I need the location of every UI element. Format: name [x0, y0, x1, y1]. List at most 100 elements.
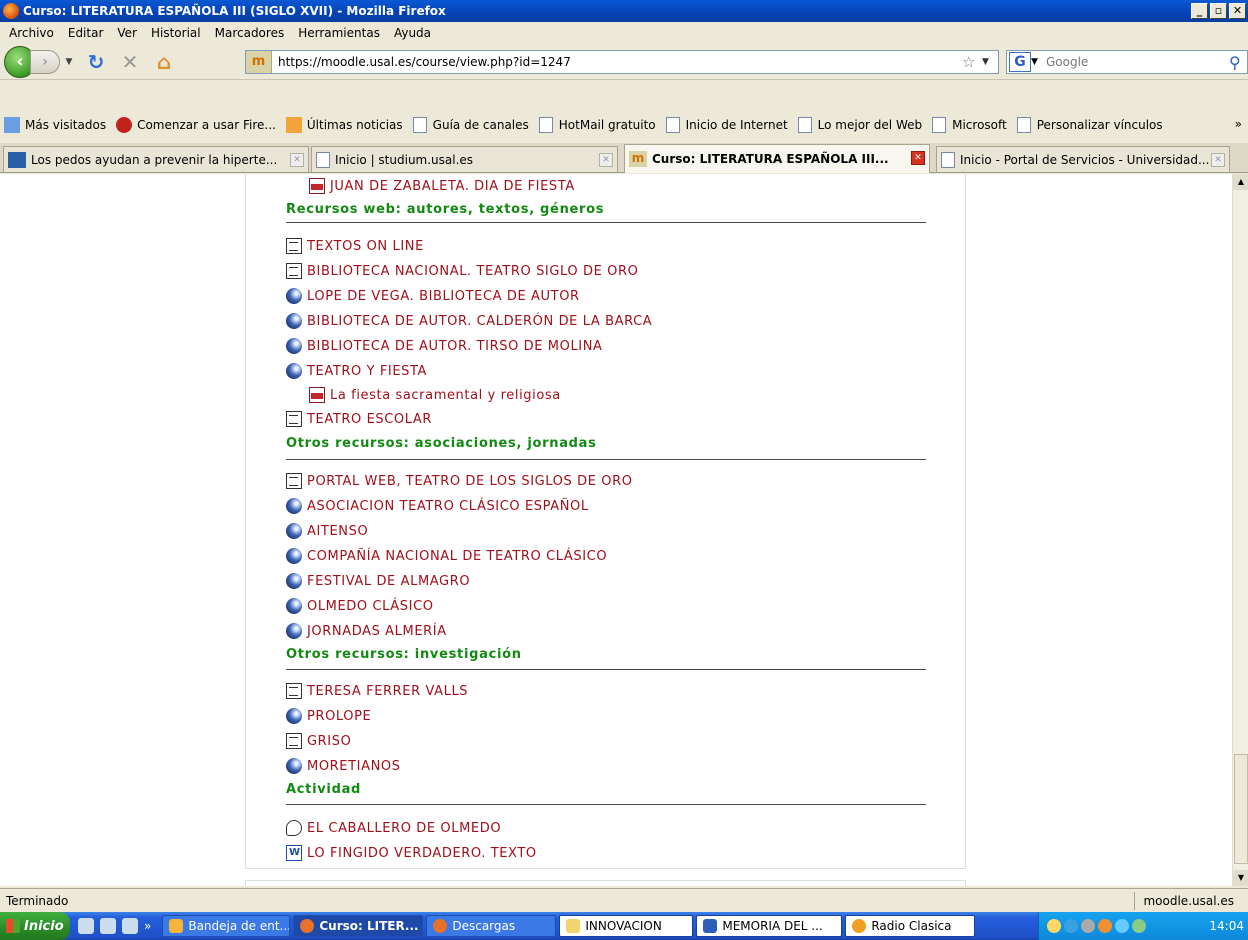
- search-icon[interactable]: ⚲: [1229, 53, 1247, 72]
- bookmark-lo-mejor[interactable]: Lo mejor del Web: [797, 117, 923, 133]
- bookmark-hotmail[interactable]: HotMail gratuito: [538, 117, 656, 133]
- maximize-button[interactable]: ▫: [1210, 3, 1227, 19]
- bookmark-inicio-internet[interactable]: Inicio de Internet: [665, 117, 788, 133]
- bookmark-mas-visitados[interactable]: Más visitados: [4, 117, 106, 133]
- tab-pedos[interactable]: Los pedos ayudan a prevenir la hiperte..…: [3, 146, 309, 172]
- taskbar-clock: 14:04: [1209, 919, 1244, 933]
- resource-item[interactable]: AITENSO: [286, 521, 368, 541]
- tray-security-icon[interactable]: [1132, 919, 1146, 933]
- resource-item[interactable]: GRISO: [286, 731, 351, 751]
- task-bandeja[interactable]: Bandeja de ent...: [162, 915, 291, 937]
- activity-item[interactable]: LO FINGIDO VERDADERO. TEXTO: [286, 843, 537, 863]
- stop-icon[interactable]: ✕: [116, 48, 144, 76]
- scroll-down-icon[interactable]: ▼: [1233, 870, 1248, 886]
- resource-item[interactable]: LOPE DE VEGA. BIBLIOTECA DE AUTOR: [286, 286, 580, 306]
- tab-label: Inicio - Portal de Servicios - Universid…: [960, 152, 1210, 167]
- bookmark-star-icon[interactable]: ☆: [962, 53, 982, 71]
- tray-sound-icon[interactable]: [1081, 919, 1095, 933]
- task-curso[interactable]: Curso: LITER...: [293, 915, 424, 937]
- tray-alert-icon[interactable]: [1098, 919, 1112, 933]
- menu-editar[interactable]: Editar: [61, 26, 111, 40]
- resource-item[interactable]: FESTIVAL DE ALMAGRO: [286, 571, 470, 591]
- tab-portal-servicios[interactable]: Inicio - Portal de Servicios - Universid…: [936, 146, 1230, 172]
- resource-item[interactable]: BIBLIOTECA DE AUTOR. CALDERÓN DE LA BARC…: [286, 311, 652, 331]
- ie-icon[interactable]: [78, 918, 94, 934]
- resource-label: JORNADAS ALMERÍA: [307, 623, 447, 639]
- resource-item[interactable]: MORETIANOS: [286, 756, 401, 776]
- url-bar[interactable]: m https://moodle.usal.es/course/view.php…: [245, 50, 999, 74]
- vertical-scrollbar[interactable]: ▲ ▼: [1232, 174, 1248, 886]
- activity-item[interactable]: EL CABALLERO DE OLMEDO: [286, 818, 501, 838]
- home-icon[interactable]: ⌂: [150, 48, 178, 76]
- resource-item[interactable]: BIBLIOTECA DE AUTOR. TIRSO DE MOLINA: [286, 336, 603, 356]
- resource-juan-de-zabaleta[interactable]: JUAN DE ZABALETA. DIA DE FIESTA: [309, 176, 575, 196]
- close-tab-icon[interactable]: ✕: [290, 153, 304, 167]
- resource-item[interactable]: OLMEDO CLÁSICO: [286, 596, 434, 616]
- tray-app-icon[interactable]: [1047, 919, 1061, 933]
- menu-archivo[interactable]: Archivo: [2, 26, 61, 40]
- document-icon: [286, 263, 302, 279]
- resource-label: OLMEDO CLÁSICO: [307, 598, 434, 614]
- bookmark-guia-canales[interactable]: Guía de canales: [412, 117, 529, 133]
- search-engine-dropdown-icon[interactable]: ▼: [1031, 57, 1043, 67]
- page-icon: [941, 151, 955, 168]
- resource-item[interactable]: JORNADAS ALMERÍA: [286, 621, 447, 641]
- resource-item[interactable]: PORTAL WEB, TEATRO DE LOS SIGLOS DE ORO: [286, 471, 633, 491]
- close-tab-icon[interactable]: ✕: [599, 153, 613, 167]
- resource-item[interactable]: COMPAÑÍA NACIONAL DE TEATRO CLÁSICO: [286, 546, 607, 566]
- quick-launch-overflow-icon[interactable]: »: [144, 919, 151, 933]
- resource-label: ASOCIACION TEATRO CLÁSICO ESPAÑOL: [307, 498, 589, 514]
- tray-network-icon[interactable]: [1064, 919, 1078, 933]
- resource-label: COMPAÑÍA NACIONAL DE TEATRO CLÁSICO: [307, 548, 608, 564]
- firefox-bookmark-icon: [116, 117, 133, 133]
- bookmark-ultimas-noticias[interactable]: Últimas noticias: [285, 117, 403, 133]
- resource-item[interactable]: TEATRO Y FIESTA: [286, 361, 427, 381]
- task-descargas[interactable]: Descargas: [426, 915, 557, 937]
- search-input[interactable]: Google: [1043, 55, 1229, 69]
- url-dropdown-icon[interactable]: ▼: [982, 57, 998, 67]
- menu-marcadores[interactable]: Marcadores: [208, 26, 292, 40]
- resource-item[interactable]: ASOCIACION TEATRO CLÁSICO ESPAÑOL: [286, 496, 589, 516]
- bookmark-personalizar[interactable]: Personalizar vínculos: [1016, 117, 1163, 133]
- document-icon: [286, 411, 302, 427]
- resource-item[interactable]: La fiesta sacramental y religiosa: [309, 385, 561, 405]
- close-window-button[interactable]: ✕: [1229, 3, 1246, 19]
- menu-historial[interactable]: Historial: [144, 26, 208, 40]
- task-memoria[interactable]: MEMORIA DEL ...: [696, 915, 843, 937]
- bookmark-comenzar[interactable]: Comenzar a usar Fire...: [116, 117, 276, 133]
- forward-button[interactable]: ›: [30, 49, 60, 74]
- scroll-thumb[interactable]: [1234, 754, 1248, 864]
- folder-icon: [566, 919, 581, 933]
- resource-item[interactable]: TEXTOS ON LINE: [286, 236, 424, 256]
- bookmark-microsoft[interactable]: Microsoft: [932, 117, 1007, 133]
- task-radio-clasica[interactable]: Radio Clasica: [845, 915, 976, 937]
- search-engine-icon[interactable]: G: [1009, 52, 1031, 72]
- resource-item[interactable]: TEATRO ESCOLAR: [286, 409, 432, 429]
- messenger-icon[interactable]: [122, 918, 138, 934]
- bookmarks-overflow-icon[interactable]: »: [1235, 117, 1242, 131]
- tab-curso-literatura[interactable]: m Curso: LITERATURA ESPAÑOLA III... ✕: [624, 144, 930, 173]
- tab-studium[interactable]: Inicio | studium.usal.es ✕: [311, 146, 618, 172]
- resource-item[interactable]: PROLOPE: [286, 706, 371, 726]
- start-button[interactable]: Inicio: [0, 912, 70, 940]
- task-innovacion[interactable]: INNOVACION: [559, 915, 694, 937]
- url-text[interactable]: https://moodle.usal.es/course/view.php?i…: [272, 55, 962, 69]
- media-icon[interactable]: [100, 918, 116, 934]
- navigation-toolbar: ‹ › ▼ ↻ ✕ ⌂ m https://moodle.usal.es/cou…: [0, 44, 1248, 80]
- tray-monitor-icon[interactable]: [1115, 919, 1129, 933]
- search-bar[interactable]: G ▼ Google ⚲: [1006, 50, 1248, 74]
- section-divider: [286, 222, 926, 223]
- menu-ver[interactable]: Ver: [110, 26, 144, 40]
- resource-item[interactable]: BIBLIOTECA NACIONAL. TEATRO SIGLO DE ORO: [286, 261, 638, 281]
- bookmark-label: Lo mejor del Web: [817, 118, 923, 132]
- history-dropdown-icon[interactable]: ▼: [62, 57, 76, 67]
- minimize-button[interactable]: _: [1191, 3, 1208, 19]
- menu-herramientas[interactable]: Herramientas: [291, 26, 387, 40]
- scroll-up-icon[interactable]: ▲: [1233, 174, 1248, 190]
- resource-item[interactable]: TERESA FERRER VALLS: [286, 681, 468, 701]
- close-tab-icon[interactable]: ✕: [911, 151, 925, 165]
- reload-icon[interactable]: ↻: [82, 48, 110, 76]
- menu-ayuda[interactable]: Ayuda: [387, 26, 438, 40]
- site-identity-icon[interactable]: m: [246, 51, 272, 73]
- close-tab-icon[interactable]: ✕: [1211, 153, 1225, 167]
